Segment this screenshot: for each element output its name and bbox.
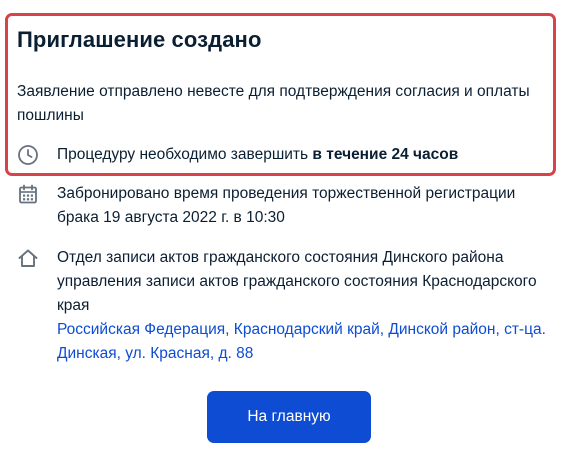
notice-description: Заявление отправлено невесте для подтвер… <box>17 83 530 124</box>
home-icon <box>17 247 39 269</box>
clock-icon <box>17 144 39 166</box>
booking-info: Забронировано время проведения торжестве… <box>17 182 537 230</box>
office-info: Отдел записи актов гражданского состояни… <box>17 246 557 366</box>
office-address-link[interactable]: Российская Федерация, Краснодарский край… <box>57 318 557 366</box>
deadline-emphasis: в течение 24 часов <box>312 146 459 163</box>
deadline-text: Процедуру необходимо завершить в течение… <box>57 146 458 164</box>
home-button[interactable]: На главную <box>207 391 371 443</box>
deadline-notice: Процедуру необходимо завершить в течение… <box>17 143 458 167</box>
page: Приглашение создано Заявление отправлено… <box>0 0 580 462</box>
office-details: Отдел записи актов гражданского состояни… <box>57 246 557 366</box>
office-name: Отдел записи актов гражданского состояни… <box>57 249 537 314</box>
calendar-icon <box>17 183 39 205</box>
deadline-prefix: Процедуру необходимо завершить <box>57 146 313 163</box>
booking-text: Забронировано время проведения торжестве… <box>57 185 516 226</box>
page-title: Приглашение создано <box>17 27 262 52</box>
